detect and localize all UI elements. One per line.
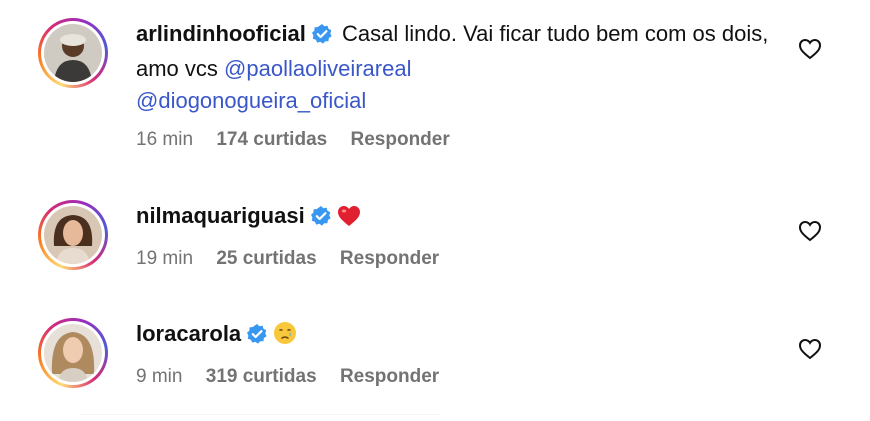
reply-button[interactable]: Responder	[351, 129, 450, 150]
divider	[80, 414, 440, 415]
crying-face-emoji	[273, 321, 297, 354]
avatar-story-ring[interactable]	[38, 200, 108, 270]
verified-badge-icon	[311, 21, 332, 53]
comment-time: 9 min	[136, 366, 183, 387]
avatar-story-ring[interactable]	[38, 18, 108, 88]
comment-username[interactable]: nilmaquariguasi	[136, 203, 305, 228]
mention-link[interactable]: @paollaoliveirareal	[224, 56, 411, 81]
heart-outline-icon[interactable]	[798, 220, 822, 242]
comment-time: 19 min	[136, 248, 194, 269]
comments-panel: arlindinhooficial Casal lindo. Vai ficar…	[0, 0, 870, 421]
avatar	[44, 24, 102, 82]
avatar	[44, 206, 102, 264]
avatar-story-ring[interactable]	[38, 318, 108, 388]
verified-badge-icon	[310, 203, 331, 235]
heart-outline-icon[interactable]	[798, 38, 822, 60]
mention-link[interactable]: @diogonogueira_oficial	[136, 88, 366, 113]
likes-count[interactable]: 319 curtidas	[206, 366, 317, 387]
comment-meta: 19 min 25 curtidas Responder	[136, 248, 776, 270]
comment-username[interactable]: loracarola	[136, 321, 241, 346]
reply-button[interactable]: Responder	[340, 366, 439, 387]
likes-count[interactable]: 174 curtidas	[216, 129, 327, 150]
heart-emoji	[337, 204, 361, 236]
comment-time: 16 min	[136, 129, 194, 150]
comment-username[interactable]: arlindinhooficial	[136, 21, 306, 46]
heart-outline-icon[interactable]	[798, 338, 822, 360]
likes-count[interactable]: 25 curtidas	[216, 248, 316, 269]
reply-button[interactable]: Responder	[340, 248, 439, 269]
avatar	[44, 324, 102, 382]
comment-meta: 9 min 319 curtidas Responder	[136, 366, 776, 388]
comment-meta: 16 min 174 curtidas Responder	[136, 129, 776, 151]
verified-badge-icon	[247, 321, 267, 353]
